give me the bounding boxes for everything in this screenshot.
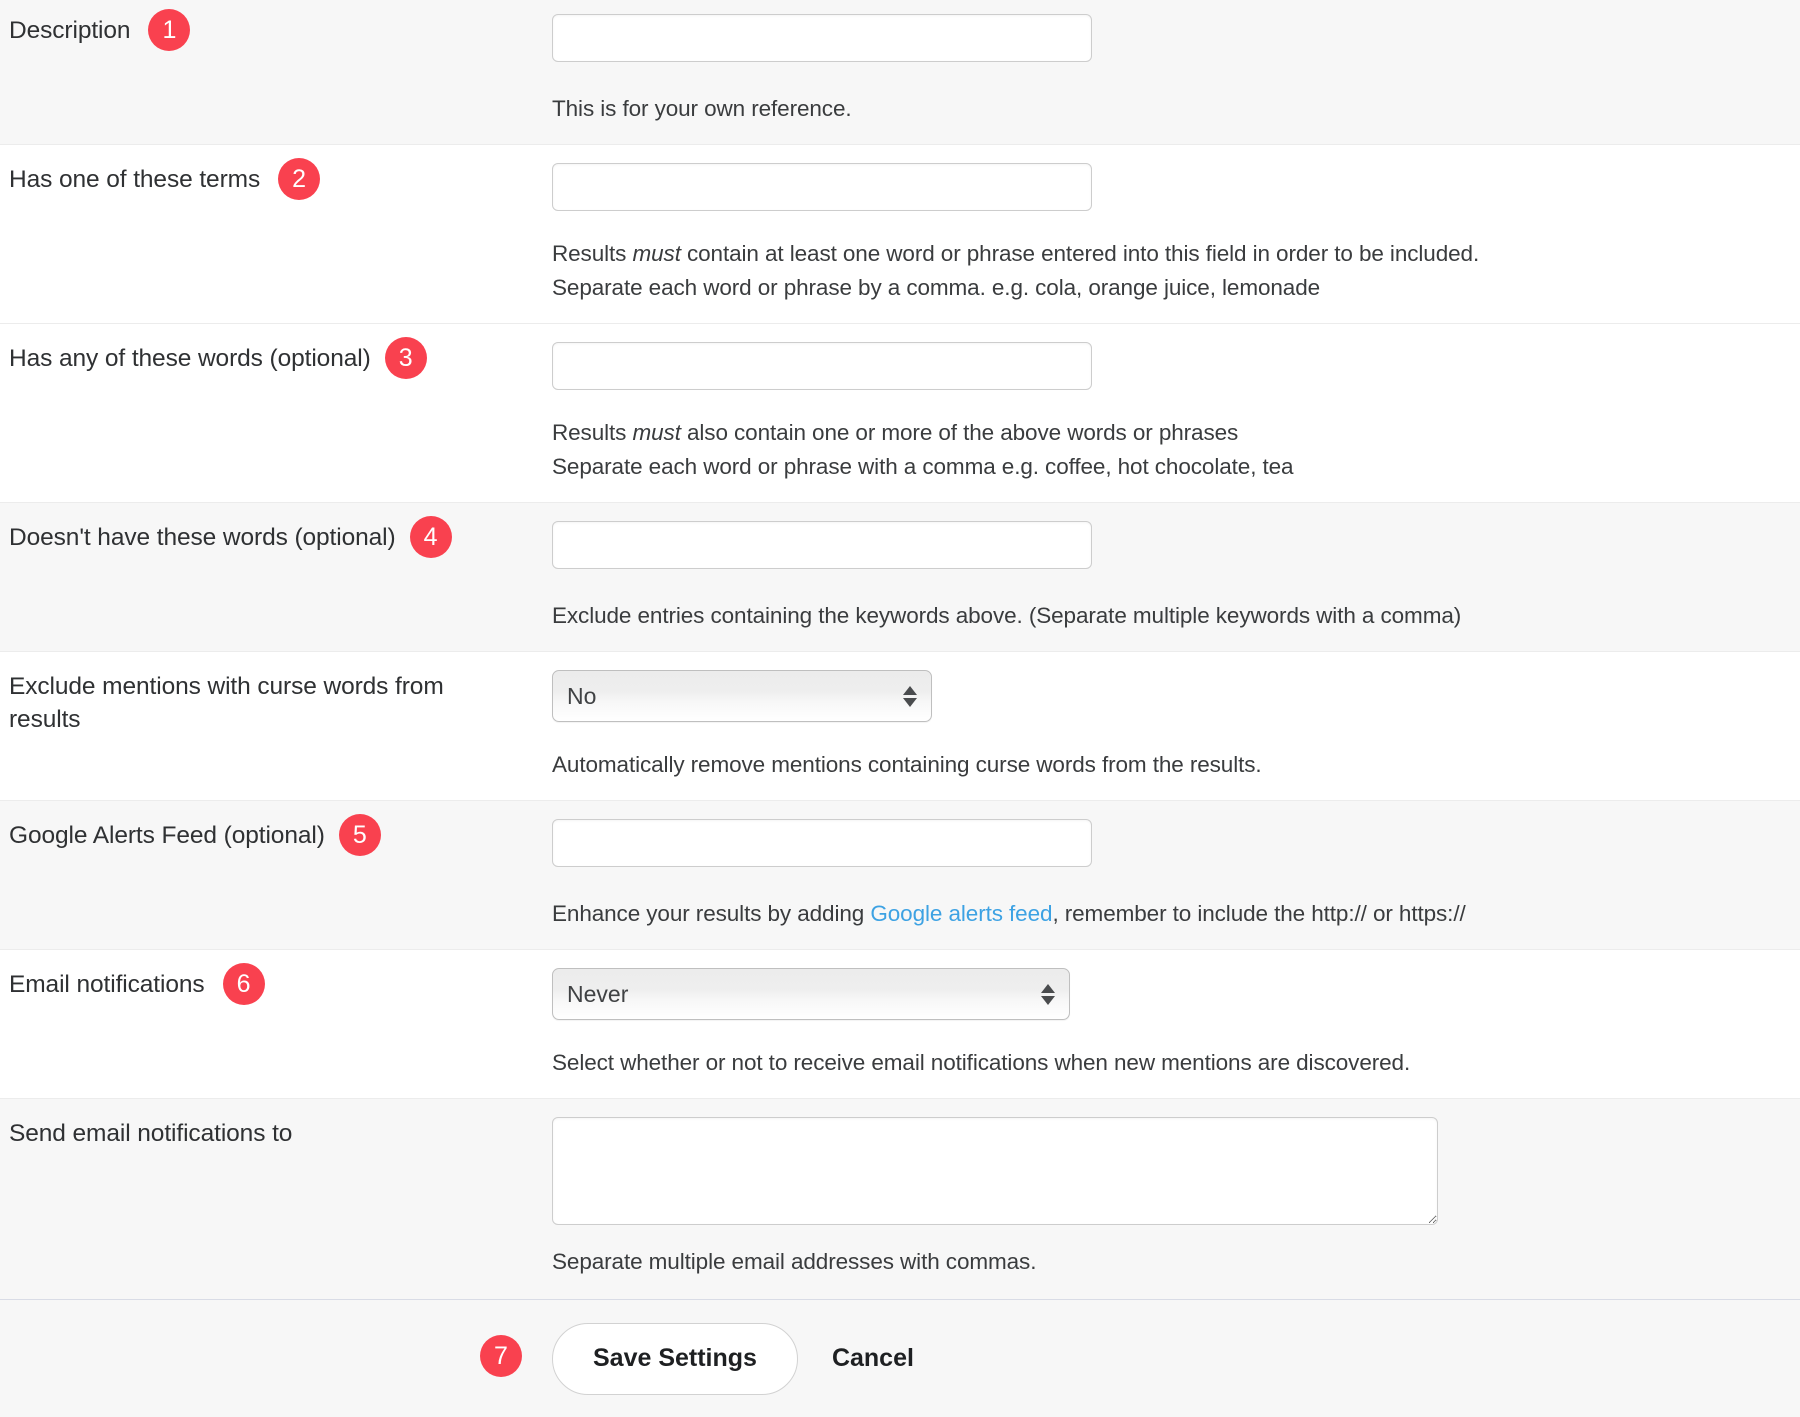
form-row-send-email-notifications-to: Send email notifications to Separate mul… [0,1098,1800,1299]
cancel-button[interactable]: Cancel [806,1323,940,1395]
form-row-description: Description 1 This is for your own refer… [0,0,1800,144]
step-badge-1: 1 [148,9,190,51]
help-text-has-one-of-these-terms-2: Separate each word or phrase by a comma.… [552,271,1780,305]
form-row-exclude-curse-words: Exclude mentions with curse words from r… [0,651,1800,800]
field-cell-google-alerts-feed: Enhance your results by adding Google al… [552,819,1800,931]
field-cell-exclude-curse-words: No Automatically remove mentions contain… [552,670,1800,782]
help-text-has-one-of-these-terms-1: Results must contain at least one word o… [552,237,1780,271]
help-text-has-any-of-these-words-2: Separate each word or phrase with a comm… [552,450,1780,484]
help-text-google-alerts-feed: Enhance your results by adding Google al… [552,897,1780,931]
doesnt-have-these-words-input[interactable] [552,521,1092,569]
form-row-doesnt-have-these-words: Doesn't have these words (optional) 4 Ex… [0,502,1800,651]
google-alerts-feed-input[interactable] [552,819,1092,867]
exclude-curse-words-select[interactable]: No [552,670,932,722]
description-input[interactable] [552,14,1092,62]
label-cell-doesnt-have-these-words: Doesn't have these words (optional) 4 [0,521,552,558]
label-cell-exclude-curse-words: Exclude mentions with curse words from r… [0,670,552,736]
google-alerts-feed-link[interactable]: Google alerts feed [870,901,1052,926]
field-label-doesnt-have-these-words: Doesn't have these words (optional) [9,521,396,554]
step-badge-3: 3 [385,337,427,379]
select-value-exclude-curse-words: No [567,683,893,710]
search-settings-form: Description 1 This is for your own refer… [0,0,1800,1417]
has-one-of-these-terms-input[interactable] [552,163,1092,211]
chevron-up-icon [1041,984,1055,993]
help-text-has-any-of-these-words-1: Results must also contain one or more of… [552,416,1780,450]
step-badge-4: 4 [410,516,452,558]
field-label-description: Description [9,14,130,47]
field-cell-email-notifications: Never Select whether or not to receive e… [552,968,1800,1080]
help-text-email-notifications: Select whether or not to receive email n… [552,1046,1780,1080]
form-row-has-one-of-these-terms: Has one of these terms 2 Results must co… [0,144,1800,323]
email-notifications-select[interactable]: Never [552,968,1070,1020]
help-text-doesnt-have-these-words: Exclude entries containing the keywords … [552,599,1780,633]
field-cell-description: This is for your own reference. [552,14,1800,126]
field-label-google-alerts-feed: Google Alerts Feed (optional) [9,819,325,852]
help-text-exclude-curse-words: Automatically remove mentions containing… [552,748,1780,782]
label-cell-email-notifications: Email notifications 6 [0,968,552,1005]
select-updown-arrows-icon [903,686,917,707]
label-cell-description: Description 1 [0,14,552,51]
chevron-down-icon [1041,996,1055,1005]
form-row-email-notifications: Email notifications 6 Never Select wheth… [0,949,1800,1098]
actions-badge-slot: 7 [0,1340,552,1377]
field-label-exclude-curse-words: Exclude mentions with curse words from r… [9,670,479,736]
field-cell-has-any-of-these-words: Results must also contain one or more of… [552,342,1800,484]
help-segment-suffix: , remember to include the http:// or htt… [1052,901,1465,926]
label-cell-has-one-of-these-terms: Has one of these terms 2 [0,163,552,200]
save-settings-button[interactable]: Save Settings [552,1323,798,1395]
help-emphasis: must [632,241,680,266]
field-cell-has-one-of-these-terms: Results must contain at least one word o… [552,163,1800,305]
help-segment: contain at least one word or phrase ente… [681,241,1479,266]
field-label-send-email-notifications-to: Send email notifications to [9,1117,292,1150]
step-badge-2: 2 [278,158,320,200]
form-row-has-any-of-these-words: Has any of these words (optional) 3 Resu… [0,323,1800,502]
label-cell-send-email-notifications-to: Send email notifications to [0,1117,552,1150]
step-badge-7: 7 [480,1335,522,1377]
field-label-email-notifications: Email notifications [9,968,205,1001]
select-box[interactable]: No [552,670,932,722]
field-cell-doesnt-have-these-words: Exclude entries containing the keywords … [552,521,1800,633]
help-segment: Results [552,420,632,445]
select-value-email-notifications: Never [567,981,1031,1008]
field-label-has-one-of-these-terms: Has one of these terms [9,163,260,196]
has-any-of-these-words-input[interactable] [552,342,1092,390]
label-cell-google-alerts-feed: Google Alerts Feed (optional) 5 [0,819,552,856]
select-updown-arrows-icon [1041,984,1055,1005]
help-emphasis: must [632,420,680,445]
select-box[interactable]: Never [552,968,1070,1020]
step-badge-5: 5 [339,814,381,856]
help-segment-prefix: Enhance your results by adding [552,901,870,926]
field-cell-send-email-notifications-to: Separate multiple email addresses with c… [552,1117,1800,1279]
form-actions-bar: 7 Save Settings Cancel [0,1299,1800,1417]
chevron-down-icon [903,698,917,707]
help-segment: also contain one or more of the above wo… [681,420,1238,445]
step-badge-6: 6 [223,963,265,1005]
send-email-notifications-to-textarea[interactable] [552,1117,1438,1225]
form-row-google-alerts-feed: Google Alerts Feed (optional) 5 Enhance … [0,800,1800,949]
help-text-description: This is for your own reference. [552,92,1780,126]
help-segment: Results [552,241,632,266]
label-cell-has-any-of-these-words: Has any of these words (optional) 3 [0,342,552,379]
chevron-up-icon [903,686,917,695]
field-label-has-any-of-these-words: Has any of these words (optional) [9,342,371,375]
help-text-send-email-notifications-to: Separate multiple email addresses with c… [552,1245,1780,1279]
